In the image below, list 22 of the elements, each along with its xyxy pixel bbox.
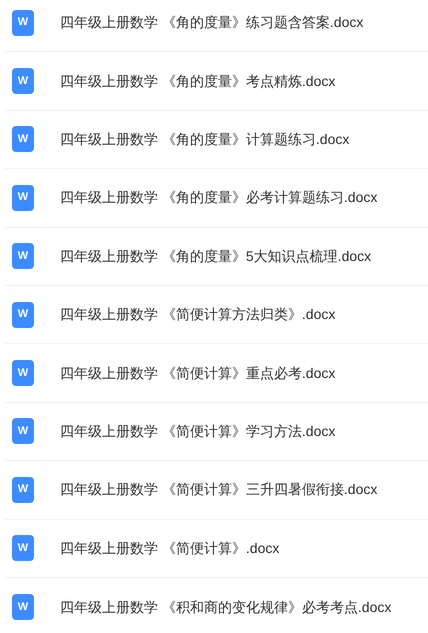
document-icon: W	[12, 243, 34, 270]
document-icon: W	[12, 360, 34, 386]
document-icon: W	[12, 418, 34, 444]
file-name[interactable]: 四年级上册数学 《简便计算》重点必考.docx	[60, 362, 336, 384]
file-name[interactable]: 四年级上册数学 《角的度量》练习题含答案.docx	[60, 12, 364, 34]
document-icon: W	[12, 594, 34, 620]
document-icon: W	[12, 68, 34, 94]
file-name[interactable]: 四年级上册数学 《角的度量》5大知识点梳理.docx	[60, 246, 372, 267]
file-name[interactable]: 四年级上册数学 《角的度量》必考计算题练习.docx	[60, 187, 378, 208]
file-name[interactable]: 四年级上册数学 《角的度量》计算题练习.docx	[60, 128, 350, 150]
document-icon: W	[12, 184, 34, 211]
document-icon: W	[12, 535, 34, 562]
file-name[interactable]: 四年级上册数学 《积和商的变化规律》必考考点.docx	[60, 596, 392, 618]
file-name[interactable]: 四年级上册数学 《角的度量》考点精炼.docx	[60, 70, 336, 92]
document-icon: W	[12, 302, 34, 328]
document-icon: W	[12, 476, 34, 503]
document-icon: W	[12, 126, 34, 152]
file-name[interactable]: 四年级上册数学 《简便计算》.docx	[60, 538, 280, 559]
file-name[interactable]: 四年级上册数学 《简便计算方法归类》.docx	[60, 304, 336, 326]
file-name[interactable]: 四年级上册数学 《简便计算》三升四暑假衔接.docx	[60, 479, 378, 500]
document-icon: W	[12, 10, 34, 36]
file-name[interactable]: 四年级上册数学 《简便计算》学习方法.docx	[60, 420, 336, 442]
